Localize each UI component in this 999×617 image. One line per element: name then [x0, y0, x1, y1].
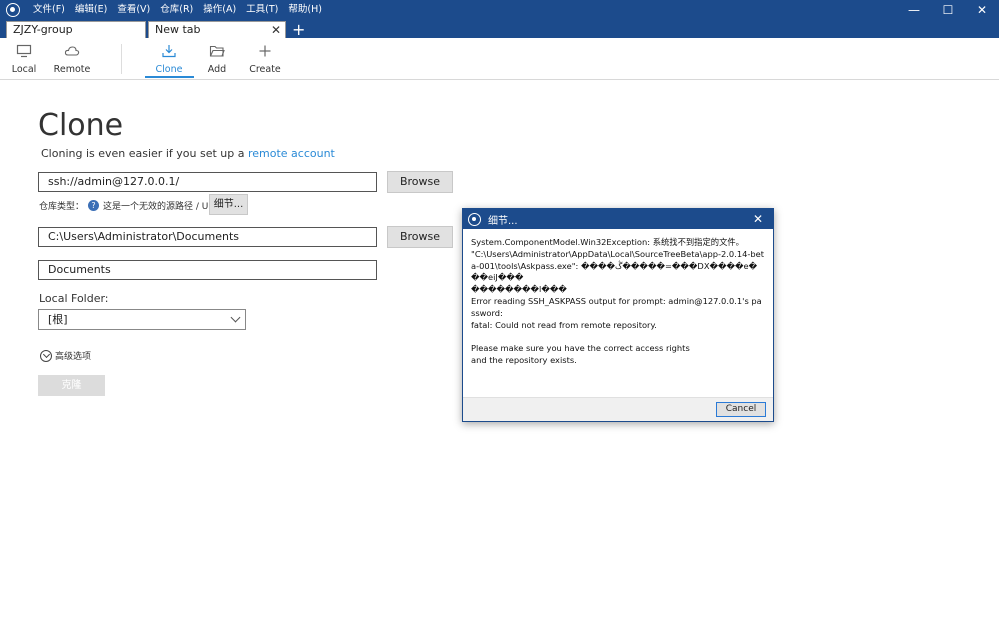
dialog-title-bar: 细节... ✕ — [463, 209, 773, 229]
add-button[interactable]: Add — [193, 44, 241, 75]
folder-icon — [193, 44, 241, 60]
local-folder-label: Local Folder: — [39, 292, 109, 305]
local-label: Local — [11, 64, 37, 75]
name-input[interactable]: Documents — [38, 260, 377, 280]
toolbar: Local Remote Clone Add Create — [0, 38, 999, 80]
minimize-button[interactable]: — — [897, 0, 931, 20]
menu-tools[interactable]: 工具(T) — [241, 0, 283, 20]
menu-edit[interactable]: 编辑(E) — [70, 0, 112, 20]
page-subtitle: Cloning is even easier if you set up a r… — [41, 147, 335, 160]
title-bar: 文件(F) 编辑(E) 查看(V) 仓库(R) 操作(A) 工具(T) 帮助(H… — [0, 0, 999, 20]
tab-new-tab[interactable]: New tab ✕ — [148, 21, 286, 38]
tab-close-icon[interactable]: ✕ — [271, 22, 281, 38]
advanced-options-label: 高级选项 — [55, 352, 92, 362]
cancel-button[interactable]: Cancel — [716, 402, 766, 417]
repo-type-row: 仓库类型： ? 这是一个无效的源路径 / URL — [39, 199, 220, 212]
dialog-close-icon[interactable]: ✕ — [753, 212, 763, 226]
advanced-options-toggle[interactable]: 高级选项 — [40, 349, 91, 362]
close-window-button[interactable]: ✕ — [965, 0, 999, 20]
browse-source-button[interactable]: Browse — [387, 171, 453, 193]
remote-label: Remote — [53, 64, 91, 75]
app-logo-icon — [468, 212, 481, 226]
menu-help[interactable]: 帮助(H) — [283, 0, 327, 20]
menu-view[interactable]: 查看(V) — [112, 0, 155, 20]
dialog-message: System.ComponentModel.Win32Exception: 系统… — [463, 229, 773, 399]
dialog-title: 细节... — [488, 215, 518, 227]
destination-path-input[interactable]: C:\Users\Administrator\Documents — [38, 227, 377, 247]
menu-actions[interactable]: 操作(A) — [198, 0, 241, 20]
create-button[interactable]: Create — [241, 44, 289, 75]
menu-file[interactable]: 文件(F) — [28, 0, 70, 20]
local-folder-value: [根] — [48, 313, 68, 326]
remote-account-link[interactable]: remote account — [248, 147, 335, 160]
menu-bar: 文件(F) 编辑(E) 查看(V) 仓库(R) 操作(A) 工具(T) 帮助(H… — [28, 0, 327, 20]
tab-bar: ZJZY-group New tab ✕ + — [0, 20, 999, 38]
window-controls: — ☐ ✕ — [897, 0, 999, 20]
clone-tab-label: Clone — [155, 64, 183, 75]
create-label: Create — [249, 64, 281, 75]
remote-button[interactable]: Remote — [48, 44, 96, 75]
cloud-icon — [48, 44, 96, 60]
local-folder-select[interactable]: [根] — [38, 309, 246, 330]
tab-zjzy-group[interactable]: ZJZY-group — [6, 21, 146, 38]
source-url-input[interactable]: ssh://admin@127.0.0.1/ — [38, 172, 377, 192]
details-button[interactable]: 细节... — [209, 194, 248, 215]
local-button[interactable]: Local — [0, 44, 48, 75]
tab-label: New tab — [155, 23, 201, 36]
clone-button[interactable]: 克隆 — [38, 375, 105, 396]
dialog-footer: Cancel — [463, 397, 773, 421]
maximize-button[interactable]: ☐ — [931, 0, 965, 20]
repo-type-value: 这是一个无效的源路径 / URL — [103, 202, 220, 212]
menu-repository[interactable]: 仓库(R) — [155, 0, 198, 20]
tab-label: ZJZY-group — [13, 23, 73, 36]
plus-icon — [241, 44, 289, 60]
download-icon — [145, 44, 193, 60]
browse-destination-button[interactable]: Browse — [387, 226, 453, 248]
app-logo-icon — [6, 3, 20, 17]
expand-circle-icon — [40, 349, 52, 362]
help-icon: ? — [88, 200, 100, 211]
clone-tab-button[interactable]: Clone — [145, 44, 193, 75]
subtitle-text: Cloning is even easier if you set up a — [41, 147, 248, 160]
chevron-down-icon — [230, 312, 241, 323]
repo-type-label: 仓库类型： — [39, 202, 85, 212]
active-tab-indicator — [145, 76, 194, 78]
add-label: Add — [207, 64, 227, 75]
page-title: Clone — [38, 108, 124, 143]
details-dialog: 细节... ✕ System.ComponentModel.Win32Excep… — [462, 208, 774, 422]
toolbar-divider — [121, 44, 122, 74]
add-tab-icon[interactable]: + — [292, 21, 305, 38]
monitor-icon — [0, 44, 48, 60]
